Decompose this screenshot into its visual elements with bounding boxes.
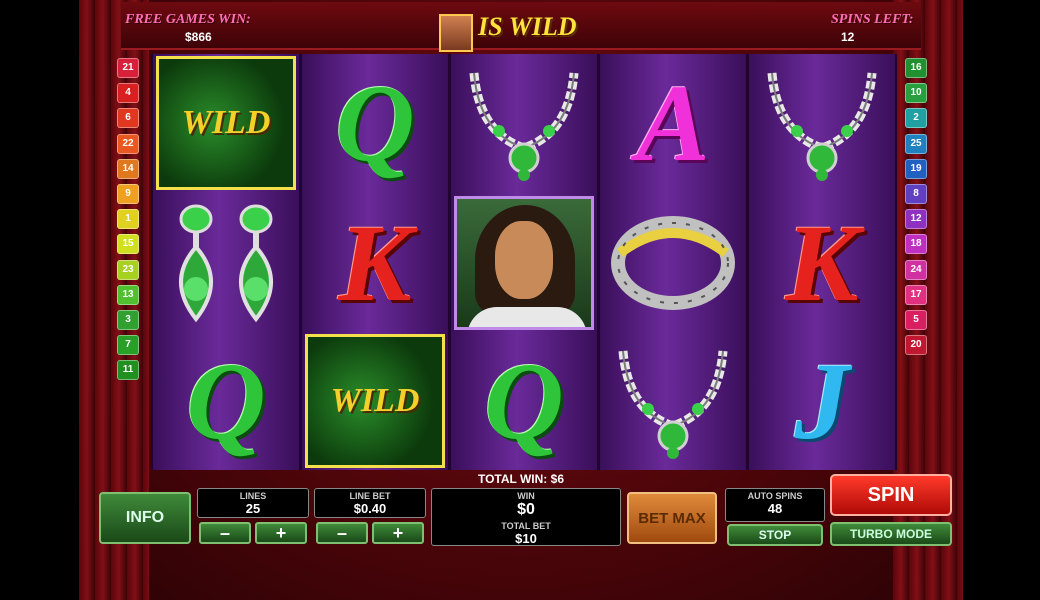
reel-4: A — [598, 54, 748, 470]
payline-indicator[interactable]: 19 — [905, 158, 927, 179]
symbol-bracelet — [600, 194, 746, 332]
symbol-earrings — [153, 194, 299, 332]
auto-spins-value: 48 — [767, 501, 783, 516]
symbol-letter: Q — [484, 340, 564, 462]
earrings-icon — [161, 201, 291, 326]
lines-plus-button[interactable]: + — [255, 522, 307, 544]
reel-3: Q — [449, 54, 599, 470]
payline-indicator[interactable]: 15 — [117, 234, 139, 255]
symbol-letter: Q — [186, 340, 266, 462]
symbol-portrait — [451, 194, 597, 332]
bracelet-icon — [608, 208, 738, 318]
symbol-wild: WILD — [153, 54, 299, 192]
lines-panel: LINES 25 — [197, 488, 309, 518]
wild-label: WILD — [181, 104, 271, 141]
payline-indicator[interactable]: 13 — [117, 284, 139, 305]
symbol-a: A — [600, 54, 746, 192]
symbol-necklace — [600, 332, 746, 470]
line-bet-value: $0.40 — [353, 501, 387, 516]
symbol-wild: WILD — [302, 332, 448, 470]
reel-2: Q K WILD — [300, 54, 450, 470]
info-button[interactable]: INFO — [99, 492, 191, 544]
symbol-letter: J — [794, 340, 850, 462]
wild-label: WILD — [330, 382, 420, 419]
payline-indicator[interactable]: 12 — [905, 209, 927, 230]
reel-5: KJ — [747, 54, 897, 470]
symbol-k: K — [302, 194, 448, 332]
payline-indicator[interactable]: 4 — [117, 83, 139, 104]
top-banner: FREE GAMES WIN: $866 IS WILD SPINS LEFT:… — [121, 2, 921, 52]
symbol-q: Q — [153, 332, 299, 470]
symbol-k: K — [749, 194, 895, 332]
spins-left-label: SPINS LEFT: — [831, 12, 914, 27]
payline-indicator[interactable]: 20 — [905, 335, 927, 356]
game-stage: FREE GAMES WIN: $866 IS WILD SPINS LEFT:… — [79, 0, 963, 600]
free-games-value: $866 — [185, 30, 212, 44]
line-bet-plus-button[interactable]: + — [372, 522, 424, 544]
payline-indicator[interactable]: 22 — [117, 133, 139, 154]
win-value: $0 — [517, 501, 535, 518]
payline-indicator[interactable]: 25 — [905, 133, 927, 154]
necklace-icon — [757, 63, 887, 183]
spins-left-value: 12 — [841, 30, 855, 44]
payline-indicator[interactable]: 5 — [905, 309, 927, 330]
total-bet-label: TOTAL BET — [501, 521, 551, 531]
symbol-necklace — [749, 54, 895, 192]
win-label: WIN — [517, 491, 535, 501]
symbol-letter: A — [636, 62, 710, 184]
lines-label: LINES — [239, 491, 267, 501]
wild-title: IS WILD — [478, 12, 577, 41]
paylines-left: 21 4 6 22 14 9 1 15 23 13 3 7 11 — [117, 58, 139, 385]
payline-indicator[interactable]: 17 — [905, 284, 927, 305]
line-bet-label: LINE BET — [349, 491, 391, 501]
payline-indicator[interactable]: 10 — [905, 83, 927, 104]
symbol-necklace — [451, 54, 597, 192]
line-bet-minus-button[interactable]: – — [316, 522, 368, 544]
payline-indicator[interactable]: 23 — [117, 259, 139, 280]
lines-value: 25 — [245, 501, 261, 516]
payline-indicator[interactable]: 24 — [905, 259, 927, 280]
payline-indicator[interactable]: 16 — [905, 58, 927, 78]
wild-frame: WILD — [156, 56, 296, 190]
auto-spins-panel: AUTO SPINS 48 — [725, 488, 825, 522]
auto-spins-label: AUTO SPINS — [747, 491, 803, 501]
payline-indicator[interactable]: 9 — [117, 183, 139, 204]
lines-minus-button[interactable]: – — [199, 522, 251, 544]
reels: WILD Q Q K WILD Q A K J — [151, 54, 897, 470]
stop-button[interactable]: STOP — [727, 524, 823, 546]
payline-indicator[interactable]: 21 — [117, 58, 139, 78]
total-bet-value: $10 — [515, 531, 537, 546]
necklace-icon — [459, 63, 589, 183]
symbol-letter: Q — [335, 62, 415, 184]
payline-indicator[interactable]: 3 — [117, 309, 139, 330]
bet-max-button[interactable]: BET MAX — [627, 492, 717, 544]
win-panel: WIN $0 TOTAL BET $10 — [431, 488, 621, 546]
payline-indicator[interactable]: 18 — [905, 234, 927, 255]
symbol-j: J — [749, 332, 895, 470]
payline-indicator[interactable]: 7 — [117, 335, 139, 356]
reel-1: WILD Q — [151, 54, 301, 470]
payline-indicator[interactable]: 2 — [905, 108, 927, 129]
paylines-right: 16 10 2 25 19 8 12 18 24 17 5 20 — [905, 58, 927, 360]
symbol-letter: K — [338, 202, 412, 324]
payline-indicator[interactable]: 6 — [117, 108, 139, 129]
free-games-label: FREE GAMES WIN: — [125, 12, 251, 27]
necklace-icon — [608, 341, 738, 461]
payline-indicator[interactable]: 14 — [117, 158, 139, 179]
payline-indicator[interactable]: 11 — [117, 360, 139, 381]
wild-frame: WILD — [305, 334, 445, 468]
symbol-q: Q — [302, 54, 448, 192]
payline-indicator[interactable]: 1 — [117, 209, 139, 230]
spin-button[interactable]: SPIN — [830, 474, 952, 516]
turbo-mode-button[interactable]: TURBO MODE — [830, 522, 952, 546]
line-bet-panel: LINE BET $0.40 — [314, 488, 426, 518]
wild-portrait-icon — [439, 14, 473, 52]
symbol-q: Q — [451, 332, 597, 470]
payline-indicator[interactable]: 8 — [905, 183, 927, 204]
symbol-letter: K — [785, 202, 859, 324]
man-portrait-icon — [454, 196, 594, 330]
